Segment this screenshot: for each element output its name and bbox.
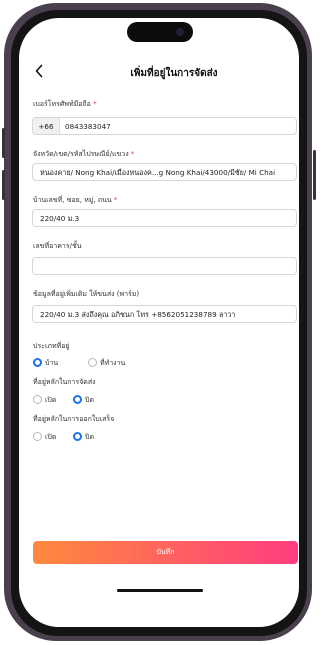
address-type-label: ประเภทที่อยู่ — [33, 342, 70, 350]
phone-input[interactable]: 0843383047 — [65, 118, 292, 134]
page-title: เพิ่มที่อยู่ในการจัดส่ง — [130, 68, 218, 79]
radio-selected-icon — [33, 358, 42, 367]
save-button[interactable]: บันทึก — [33, 541, 298, 564]
camera-icon — [176, 28, 184, 36]
radio-unselected-icon — [33, 395, 42, 404]
phone-side-button — [313, 150, 316, 200]
house-input[interactable]: 220/40 ม.3 — [40, 210, 292, 226]
phone-field[interactable]: +66 0843383047 — [32, 117, 297, 135]
extra-field[interactable]: 220/40 ม.3 ส่งถึงคุณ อภิชนก โทร +8562051… — [32, 305, 297, 323]
province-value[interactable]: หนองคาย/ Nong Khai/เมืองหนองค...g Nong K… — [40, 164, 292, 180]
home-indicator[interactable] — [117, 589, 203, 592]
extra-label: ข้อมูลที่อยู่เพิ่มเติม ให้ขนส่ง (พาร์ม) — [33, 290, 140, 298]
house-label: บ้านเลขที่, ซอย, หมู่, ถนน * — [33, 196, 118, 204]
extra-input[interactable]: 220/40 ม.3 ส่งถึงคุณ อภิชนก โทร +8562051… — [40, 306, 292, 322]
province-field[interactable]: หนองคาย/ Nong Khai/เมืองหนองค...g Nong K… — [32, 163, 297, 181]
radio-selected-icon — [73, 432, 82, 441]
province-label: จังหวัด/เขต/รหัสไปรษณีย์/แขวง * — [33, 150, 135, 158]
radio-selected-icon — [73, 395, 82, 404]
chevron-left-icon[interactable] — [34, 64, 52, 82]
default-shipping-label: ที่อยู่หลักในการจัดส่ง — [33, 378, 96, 386]
building-field[interactable] — [32, 257, 297, 275]
phone-side-button — [2, 128, 5, 158]
radio-unselected-icon — [33, 432, 42, 441]
dynamic-island — [127, 22, 193, 42]
phone-label: เบอร์โทรศัพท์มือถือ * — [33, 100, 97, 108]
country-code[interactable]: +66 — [33, 118, 60, 134]
phone-side-button — [2, 170, 5, 200]
building-label: เลขที่อาคาร/ชั้น — [33, 242, 82, 250]
house-field[interactable]: 220/40 ม.3 — [32, 209, 297, 227]
default-billing-label: ที่อยู่หลักในการออกใบเสร็จ — [33, 415, 115, 423]
radio-unselected-icon — [88, 358, 97, 367]
